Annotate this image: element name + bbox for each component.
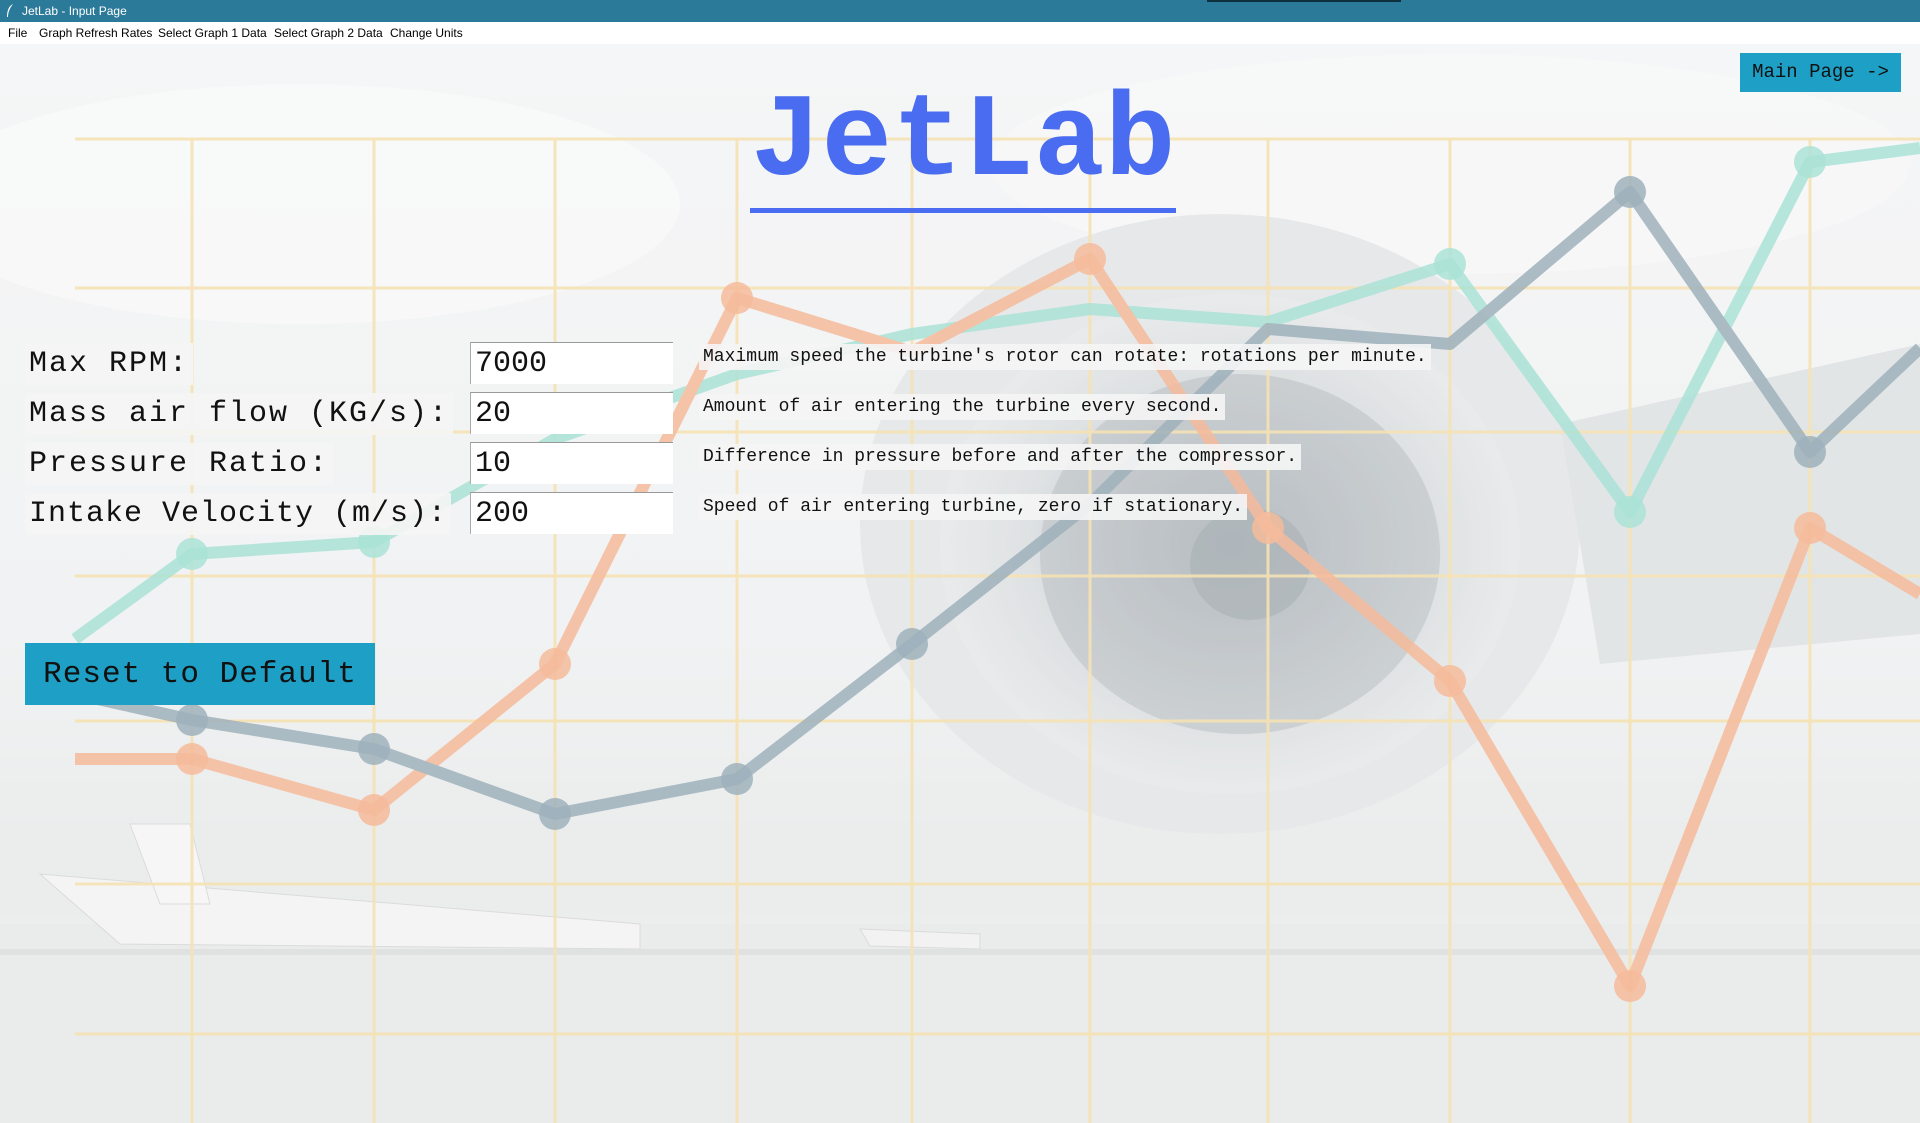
- mass-air-flow-description: Amount of air entering the turbine every…: [699, 394, 1226, 420]
- input-page-canvas: JetLab Main Page -> Max RPM: Maximum spe…: [0, 44, 1920, 1123]
- logo-underline: [750, 208, 1176, 213]
- title-bar: JetLab - Input Page: [0, 0, 1920, 22]
- intake-velocity-description: Speed of air entering turbine, zero if s…: [699, 494, 1248, 520]
- jetlab-logo: JetLab: [750, 82, 1176, 213]
- reset-to-default-button[interactable]: Reset to Default: [25, 643, 375, 705]
- feather-app-icon: [7, 4, 13, 17]
- menu-select-graph-2-data[interactable]: Select Graph 2 Data: [274, 22, 383, 44]
- menu-graph-refresh-rates[interactable]: Graph Refresh Rates: [39, 22, 152, 44]
- max-rpm-description: Maximum speed the turbine's rotor can ro…: [699, 344, 1431, 370]
- menu-file[interactable]: File: [8, 22, 27, 44]
- window-title: JetLab - Input Page: [22, 4, 127, 18]
- menu-select-graph-1-data[interactable]: Select Graph 1 Data: [158, 22, 267, 44]
- pressure-ratio-label: Pressure Ratio:: [25, 443, 334, 485]
- intake-velocity-input[interactable]: [470, 492, 673, 534]
- logo-text: JetLab: [751, 82, 1176, 210]
- pressure-ratio-description: Difference in pressure before and after …: [699, 444, 1302, 470]
- main-page-button[interactable]: Main Page ->: [1740, 53, 1901, 92]
- max-rpm-input[interactable]: [470, 342, 673, 384]
- max-rpm-label: Max RPM:: [25, 343, 194, 385]
- menu-bar: File Graph Refresh Rates Select Graph 1 …: [0, 22, 1920, 44]
- intake-velocity-label: Intake Velocity (m/s):: [25, 493, 452, 535]
- menu-change-units[interactable]: Change Units: [390, 22, 463, 44]
- title-bar-accent: [1207, 0, 1401, 2]
- mass-air-flow-label: Mass air flow (KG/s):: [25, 393, 454, 435]
- pressure-ratio-input[interactable]: [470, 442, 673, 484]
- mass-air-flow-input[interactable]: [470, 392, 673, 434]
